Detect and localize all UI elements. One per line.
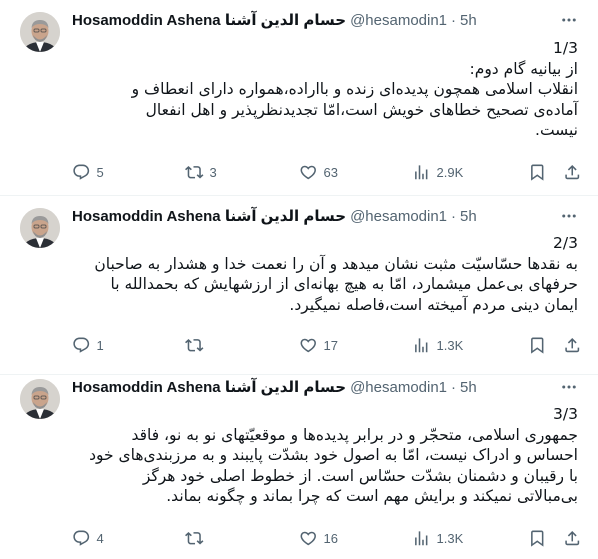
tweet-text: 1/3 از بیانیه گام دوم: انقلاب اسلامی همچون… <box>108 38 578 141</box>
tweet-actions: 1 17 1.3K <box>72 333 587 357</box>
tweet-text-line: آماده‌ی تصحیح خطاهای خویش است،امّا تجدید… <box>145 100 578 119</box>
more-dots-icon[interactable] <box>560 378 578 396</box>
retweet-button[interactable] <box>185 333 210 357</box>
like-button[interactable]: 16 <box>299 526 338 550</box>
reply-button[interactable]: 1 <box>72 333 104 357</box>
like-button[interactable]: 63 <box>299 160 338 184</box>
share-icon <box>563 163 582 182</box>
bookmark-icon <box>528 336 547 355</box>
timestamp[interactable]: 5h <box>460 379 477 396</box>
share-button[interactable] <box>563 526 582 550</box>
views-chart-icon <box>412 336 431 355</box>
tweet-text-line: حرفهای بی‌عمل میشمارد، امّا به هیچ بهانه… <box>110 275 578 293</box>
heart-icon <box>299 529 318 548</box>
tweet[interactable]: Hosamoddin Ashena حسام الدین آشنا @hesam… <box>0 375 598 559</box>
tweet-text-line: بی‌مبالاتی نمیکند و برایش مهم است که چرا… <box>166 487 578 505</box>
avatar[interactable] <box>20 12 60 52</box>
heart-icon <box>299 163 318 182</box>
like-count: 16 <box>323 530 338 546</box>
share-button[interactable] <box>563 160 582 184</box>
tweet-text: 2/3 به نقدها حسّاسیّت مثبت نشان میدهد و آ… <box>94 233 578 315</box>
tweet-divider <box>0 374 598 375</box>
tweet-text-line: از بیانیه گام دوم: <box>469 59 579 78</box>
share-icon <box>563 529 582 548</box>
retweet-button[interactable]: 3 <box>185 160 217 184</box>
separator-dot: · <box>451 11 457 29</box>
tweet[interactable]: Hosamoddin Ashena حسام الدین آشنا @hesam… <box>0 0 598 195</box>
tweet-text-line: ایمان دینی مردم آمیخته است،فاصله نمیگیرد… <box>289 295 578 314</box>
share-button[interactable] <box>563 333 582 357</box>
heart-icon <box>299 336 318 355</box>
tweet-header: Hosamoddin Ashena حسام الدین آشنا @hesam… <box>72 206 477 226</box>
like-button[interactable]: 17 <box>299 333 338 357</box>
retweet-button[interactable] <box>185 526 210 550</box>
more-dots-icon[interactable] <box>560 207 578 225</box>
reply-button[interactable]: 4 <box>72 526 104 550</box>
bookmark-icon <box>528 163 547 182</box>
views-count: 2.9K <box>436 164 464 180</box>
like-count: 17 <box>323 337 338 353</box>
user-handle[interactable]: @hesamodin1 <box>350 208 447 225</box>
reply-icon <box>72 529 91 548</box>
tweet-text-line: 3/3 <box>553 405 578 423</box>
user-handle[interactable]: @hesamodin1 <box>350 379 447 396</box>
tweet-actions: 5 3 63 2.9K <box>72 160 587 184</box>
tweet-header: Hosamoddin Ashena حسام الدین آشنا @hesam… <box>72 377 477 397</box>
tweet-text-line: نیست. <box>535 121 578 139</box>
bookmark-icon <box>528 529 547 548</box>
separator-dot: · <box>451 378 457 396</box>
timestamp[interactable]: 5h <box>460 208 477 225</box>
display-name[interactable]: Hosamoddin Ashena حسام الدین آشنا <box>72 11 346 29</box>
tweet-text: 3/3 جمهوری اسلامی، متحجّر و در برابر پدید… <box>89 404 578 507</box>
tweet-text-line: جمهوری اسلامی، متحجّر و در برابر پدیده‌ه… <box>131 425 578 444</box>
tweet-text-line: به نقدها حسّاسیّت مثبت نشان میدهد و آن ر… <box>94 254 578 273</box>
display-name[interactable]: Hosamoddin Ashena حسام الدین آشنا <box>72 378 346 396</box>
views-count: 1.3K <box>436 337 464 353</box>
tweet-header: Hosamoddin Ashena حسام الدین آشنا @hesam… <box>72 10 477 30</box>
views-button[interactable]: 2.9K <box>412 160 463 184</box>
bookmark-button[interactable] <box>528 333 547 357</box>
more-dots-icon[interactable] <box>560 11 578 29</box>
reply-icon <box>72 163 91 182</box>
tweet[interactable]: Hosamoddin Ashena حسام الدین آشنا @hesam… <box>0 196 598 374</box>
views-chart-icon <box>412 163 431 182</box>
views-button[interactable]: 1.3K <box>412 526 463 550</box>
user-handle[interactable]: @hesamodin1 <box>350 12 447 29</box>
reply-icon <box>72 336 91 355</box>
display-name[interactable]: Hosamoddin Ashena حسام الدین آشنا <box>72 207 346 225</box>
tweet-divider <box>0 195 598 196</box>
like-count: 63 <box>323 164 338 180</box>
reply-count: 1 <box>96 337 104 353</box>
bookmark-button[interactable] <box>528 526 547 550</box>
views-count: 1.3K <box>436 530 464 546</box>
tweet-text-line: 1/3 <box>553 39 578 57</box>
tweet-actions: 4 16 1.3K <box>72 526 587 550</box>
tweet-text-line: 2/3 <box>553 234 578 252</box>
reply-count: 5 <box>96 164 104 180</box>
reply-button[interactable]: 5 <box>72 160 104 184</box>
share-icon <box>563 336 582 355</box>
tweet-text-line: احساس و ادراک نیست، امّا به اصول خود بشد… <box>89 446 578 464</box>
views-button[interactable]: 1.3K <box>412 333 463 357</box>
timestamp[interactable]: 5h <box>460 12 477 29</box>
views-chart-icon <box>412 529 431 548</box>
reply-count: 4 <box>96 530 104 546</box>
retweet-icon <box>185 529 204 548</box>
retweet-count: 3 <box>209 164 217 180</box>
avatar[interactable] <box>20 379 60 419</box>
retweet-icon <box>185 163 204 182</box>
tweet-text-line: با رقیبان و دشمنان بشدّت حسّاس است. از خ… <box>142 466 578 485</box>
retweet-icon <box>185 336 204 355</box>
separator-dot: · <box>451 207 457 225</box>
tweet-text-line: انقلاب اسلامی همچون پدیده‌ای زنده و باار… <box>131 80 578 98</box>
bookmark-button[interactable] <box>528 160 547 184</box>
avatar[interactable] <box>20 208 60 248</box>
